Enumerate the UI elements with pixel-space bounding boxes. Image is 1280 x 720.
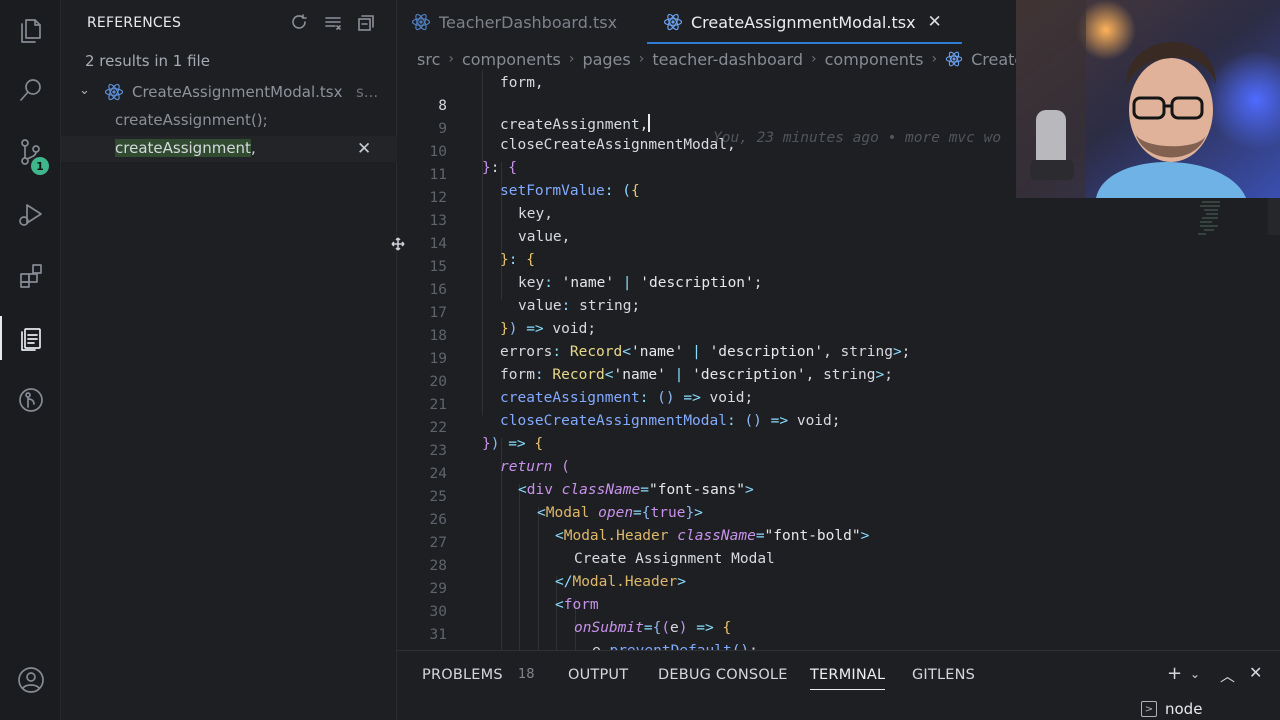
- collapse-all-button[interactable]: [355, 12, 377, 34]
- react-file-icon: [411, 13, 431, 31]
- source-control-badge: 1: [31, 157, 49, 175]
- code-line: 19 form: Record<'name' | 'description', …: [397, 335, 1280, 383]
- tab-output[interactable]: OUTPUT: [568, 667, 628, 683]
- reference-result-2[interactable]: createAssignment, ✕: [61, 136, 397, 162]
- react-file-icon: [104, 83, 124, 101]
- source-control-button[interactable]: 1: [0, 122, 61, 182]
- reference-file-name: CreateAssignmentModal.tsx: [132, 83, 343, 101]
- files-icon: [20, 19, 41, 43]
- chevron-right-icon: ›: [638, 51, 645, 67]
- bottom-panel: PROBLEMS 18 OUTPUT DEBUG CONSOLE TERMINA…: [397, 650, 1280, 720]
- run-debug-button[interactable]: [0, 184, 61, 244]
- code-line: 32 createAssignment();: [397, 634, 1280, 650]
- dismiss-result-button[interactable]: ✕: [357, 139, 371, 159]
- move-cursor-icon: [391, 236, 405, 251]
- gitlens-icon: [18, 388, 43, 412]
- run-debug-icon: [18, 204, 42, 226]
- tab-debug-console[interactable]: DEBUG CONSOLE: [658, 667, 788, 683]
- code-line: 24 <div className="font-sans">: [397, 450, 1280, 498]
- chevron-right-icon: ›: [448, 51, 454, 67]
- react-file-icon: [945, 51, 963, 67]
- collapse-all-icon: [358, 15, 374, 31]
- code-line: 25 <Modal open={true}>: [397, 473, 1280, 521]
- explorer-button[interactable]: [0, 0, 61, 60]
- breadcrumb-item[interactable]: components: [825, 50, 924, 69]
- account-icon: [17, 667, 44, 693]
- activity-bar: 1: [0, 0, 61, 720]
- refresh-icon: [292, 14, 307, 29]
- terminal-instance[interactable]: > node: [1141, 700, 1202, 718]
- clear-all-icon: [325, 17, 341, 30]
- new-terminal-icon[interactable]: +: [1167, 663, 1182, 684]
- code-line: 29 <form: [397, 565, 1280, 613]
- tab-label: CreateAssignmentModal.tsx: [691, 12, 916, 32]
- chevron-right-icon: ›: [931, 51, 938, 67]
- chevron-right-icon: ›: [568, 51, 575, 67]
- close-panel-icon[interactable]: ✕: [1249, 663, 1262, 682]
- maximize-panel-icon[interactable]: ︿: [1220, 665, 1235, 686]
- code-line: 31 e.preventDefault();: [397, 611, 1280, 650]
- breadcrumb-item[interactable]: teacher-dashboard: [652, 50, 803, 69]
- code-line: 23 return (: [397, 427, 1280, 475]
- close-tab-button[interactable]: ✕: [928, 12, 942, 32]
- chevron-down-icon: ⌄: [79, 83, 90, 98]
- tab-label: TeacherDashboard.tsx: [439, 12, 618, 32]
- code-line: 14 }: {: [397, 220, 1280, 268]
- reference-file-row[interactable]: ⌄ CreateAssignmentModal.tsx s...: [61, 80, 397, 106]
- code-line: 26 <Modal.Header className="font-bold">: [397, 496, 1280, 544]
- minimap[interactable]: [1196, 200, 1226, 240]
- breadcrumb: src › components › pages › teacher-dashboar…: [417, 48, 1035, 70]
- tab-problems[interactable]: PROBLEMS: [422, 667, 503, 683]
- refresh-button[interactable]: [289, 12, 311, 34]
- code-line: 15 key: 'name' | 'description';: [397, 243, 1280, 291]
- code-line: 27 Create Assignment Modal: [397, 519, 1280, 567]
- references-button[interactable]: [0, 308, 61, 368]
- code-line: 30 onSubmit={(e) => {: [397, 588, 1280, 636]
- search-button[interactable]: [0, 60, 61, 120]
- tab-teacher-dashboard[interactable]: TeacherDashboard.tsx: [411, 0, 617, 44]
- terminal-name: node: [1165, 700, 1203, 718]
- references-panel: REFERENCES 2 results in 1 file ⌄ CreateA…: [61, 0, 397, 720]
- breadcrumb-item[interactable]: pages: [582, 50, 630, 69]
- reference-result-1[interactable]: createAssignment();: [61, 108, 397, 134]
- breadcrumb-item[interactable]: src: [417, 50, 440, 69]
- references-icon: [20, 328, 41, 351]
- extensions-button[interactable]: [0, 246, 61, 306]
- breadcrumb-item[interactable]: components: [462, 50, 561, 69]
- panel-title: REFERENCES: [87, 15, 182, 31]
- reference-match: createAssignment: [115, 111, 251, 129]
- account-button[interactable]: [0, 650, 61, 710]
- chevron-right-icon: ›: [811, 51, 817, 67]
- webcam-overlay: [1016, 0, 1280, 198]
- code-line: 21 closeCreateAssignmentModal: () => voi…: [397, 381, 1280, 429]
- code-line: 22 }) => {: [397, 404, 1280, 452]
- terminal-icon: >: [1141, 701, 1157, 717]
- clear-results-button[interactable]: [322, 12, 344, 34]
- code-line: 17 }) => void;: [397, 289, 1280, 337]
- problems-count-badge: 18: [518, 667, 535, 682]
- reference-file-path: s...: [356, 83, 379, 101]
- tab-gitlens[interactable]: GITLENS: [912, 667, 975, 683]
- search-icon: [19, 79, 41, 101]
- react-file-icon: [663, 13, 683, 31]
- gitlens-button[interactable]: [0, 370, 61, 430]
- tab-create-assignment-modal[interactable]: CreateAssignmentModal.tsx ✕: [647, 0, 962, 44]
- code-line: 16 value: string;: [397, 266, 1280, 314]
- results-summary: 2 results in 1 file: [85, 52, 210, 70]
- tab-terminal[interactable]: TERMINAL: [810, 667, 886, 690]
- reference-match: createAssignment: [115, 139, 251, 157]
- chevron-down-icon[interactable]: ⌄: [1190, 667, 1200, 681]
- code-line: 18 errors: Record<'name' | 'description'…: [397, 312, 1280, 360]
- code-line: 13 value,: [397, 197, 1280, 245]
- extensions-icon: [19, 264, 42, 288]
- code-line: 20 createAssignment: () => void;: [397, 358, 1280, 406]
- code-line: 28 </Modal.Header>: [397, 542, 1280, 590]
- reference-rest: ();: [250, 111, 268, 129]
- reference-rest: ,: [250, 139, 256, 157]
